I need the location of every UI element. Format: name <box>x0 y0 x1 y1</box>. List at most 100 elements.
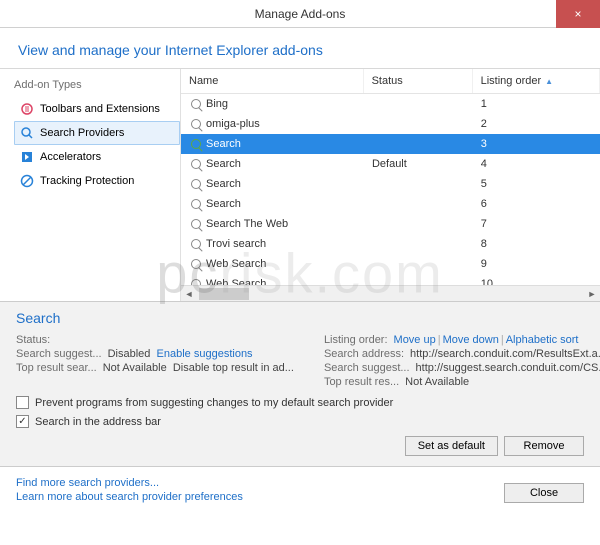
learn-more-link[interactable]: Learn more about search provider prefere… <box>16 491 243 503</box>
sidebar-item-label: Search Providers <box>40 127 124 139</box>
toolbars-icon <box>19 101 35 117</box>
magnifier-icon <box>189 137 203 151</box>
sidebar-item-toolbars[interactable]: Toolbars and Extensions <box>14 97 180 121</box>
row-name: Search <box>206 198 241 210</box>
sort-asc-icon: ▲ <box>545 77 553 86</box>
search-addressbar-label: Search in the address bar <box>35 416 161 428</box>
move-up-link[interactable]: Move up <box>394 334 436 346</box>
table-row[interactable]: omiga-plus 2 <box>181 114 600 134</box>
sidebar-item-label: Accelerators <box>40 151 101 163</box>
row-order: 4 <box>481 158 487 170</box>
magnifier-icon <box>189 157 203 171</box>
alpha-sort-link[interactable]: Alphabetic sort <box>506 334 579 346</box>
sidebar-item-tracking-protection[interactable]: Tracking Protection <box>14 169 180 193</box>
row-order: 8 <box>481 238 487 250</box>
magnifier-icon <box>189 257 203 271</box>
search-address-value: http://search.conduit.com/ResultsExt.a..… <box>410 348 600 360</box>
table-row[interactable]: Search 3 <box>181 134 600 154</box>
topresult-res-value: Not Available <box>405 376 469 388</box>
details-title: Search <box>16 310 584 326</box>
magnifier-icon <box>189 117 203 131</box>
row-order: 7 <box>481 218 487 230</box>
topresult-res-label: Top result res... <box>324 376 399 388</box>
table-row[interactable]: Search The Web 7 <box>181 214 600 234</box>
remove-button[interactable]: Remove <box>504 436 584 456</box>
row-name: Search <box>206 138 241 150</box>
scroll-right-icon[interactable]: ► <box>584 286 600 302</box>
row-order: 1 <box>481 98 487 110</box>
sidebar: Add-on Types Toolbars and Extensions Sea… <box>0 69 180 301</box>
prevent-changes-label: Prevent programs from suggesting changes… <box>35 397 393 409</box>
prevent-changes-checkbox-row[interactable]: Prevent programs from suggesting changes… <box>16 396 584 409</box>
set-default-button[interactable]: Set as default <box>405 436 498 456</box>
row-name: Search <box>206 178 241 190</box>
move-down-link[interactable]: Move down <box>443 334 499 346</box>
details-panel: Search Status: Search suggest... Disabled… <box>0 301 600 466</box>
table-row[interactable]: Bing 1 <box>181 94 600 114</box>
magnifier-icon <box>189 217 203 231</box>
row-order: 5 <box>481 178 487 190</box>
checkbox-unchecked[interactable] <box>16 396 29 409</box>
footer: Find more search providers... Learn more… <box>0 466 600 513</box>
titlebar: Manage Add-ons × <box>0 0 600 28</box>
accelerators-icon <box>19 149 35 165</box>
column-status[interactable]: Status <box>364 69 473 93</box>
row-name: Web Search <box>206 278 266 285</box>
table-header: Name Status Listing order▲ <box>181 69 600 94</box>
row-name: Search The Web <box>206 218 288 230</box>
close-button[interactable]: × <box>556 0 600 28</box>
row-name: Bing <box>206 98 228 110</box>
column-order[interactable]: Listing order▲ <box>473 69 600 93</box>
checkbox-checked[interactable]: ✓ <box>16 415 29 428</box>
search-address-label: Search address: <box>324 348 404 360</box>
row-name: Search <box>206 158 241 170</box>
window-title: Manage Add-ons <box>255 7 346 21</box>
sidebar-item-accelerators[interactable]: Accelerators <box>14 145 180 169</box>
row-order: 6 <box>481 198 487 210</box>
table-row[interactable]: Search Default 4 <box>181 154 600 174</box>
table-row[interactable]: Search 5 <box>181 174 600 194</box>
row-name: Web Search <box>206 258 266 270</box>
listing-order-label: Listing order: <box>324 334 388 346</box>
search-suggest-label: Search suggest... <box>324 362 410 374</box>
enable-suggestions-link[interactable]: Enable suggestions <box>157 348 253 360</box>
table-row[interactable]: Search 6 <box>181 194 600 214</box>
tracking-icon <box>19 173 35 189</box>
sidebar-item-label: Toolbars and Extensions <box>40 103 160 115</box>
sidebar-title: Add-on Types <box>14 79 180 91</box>
sidebar-item-label: Tracking Protection <box>40 175 134 187</box>
row-status: Default <box>372 158 407 170</box>
magnifier-icon <box>189 177 203 191</box>
close-icon: × <box>574 7 581 21</box>
column-name[interactable]: Name <box>181 69 364 93</box>
topresult-label: Top result sear... <box>16 362 97 374</box>
providers-table: Name Status Listing order▲ Bing 1 omiga-pl… <box>180 69 600 301</box>
search-addressbar-checkbox-row[interactable]: ✓ Search in the address bar <box>16 415 584 428</box>
scroll-left-icon[interactable]: ◄ <box>181 286 197 302</box>
header-text: View and manage your Internet Explorer a… <box>18 42 582 58</box>
table-row[interactable]: Trovi search 8 <box>181 234 600 254</box>
find-more-providers-link[interactable]: Find more search providers... <box>16 477 243 489</box>
row-order: 2 <box>481 118 487 130</box>
topresult-value: Not Available <box>103 362 167 374</box>
search-icon <box>19 125 35 141</box>
magnifier-icon <box>189 97 203 111</box>
magnifier-icon <box>189 237 203 251</box>
close-button-footer[interactable]: Close <box>504 483 584 503</box>
suggest-value: Disabled <box>108 348 151 360</box>
sidebar-item-search-providers[interactable]: Search Providers <box>14 121 180 145</box>
status-label: Status: <box>16 334 50 346</box>
row-name: omiga-plus <box>206 118 260 130</box>
search-suggest-value: http://suggest.search.conduit.com/CS... <box>416 362 600 374</box>
row-order: 9 <box>481 258 487 270</box>
horizontal-scrollbar[interactable]: ◄ ► <box>181 285 600 301</box>
magnifier-icon <box>189 197 203 211</box>
table-row[interactable]: Web Search 10 <box>181 274 600 285</box>
row-name: Trovi search <box>206 238 266 250</box>
header: View and manage your Internet Explorer a… <box>0 28 600 69</box>
row-order: 10 <box>481 278 493 285</box>
row-order: 3 <box>481 138 487 150</box>
scroll-thumb[interactable] <box>199 288 249 300</box>
disable-topresult-link: Disable top result in ad... <box>173 362 294 374</box>
table-row[interactable]: Web Search 9 <box>181 254 600 274</box>
